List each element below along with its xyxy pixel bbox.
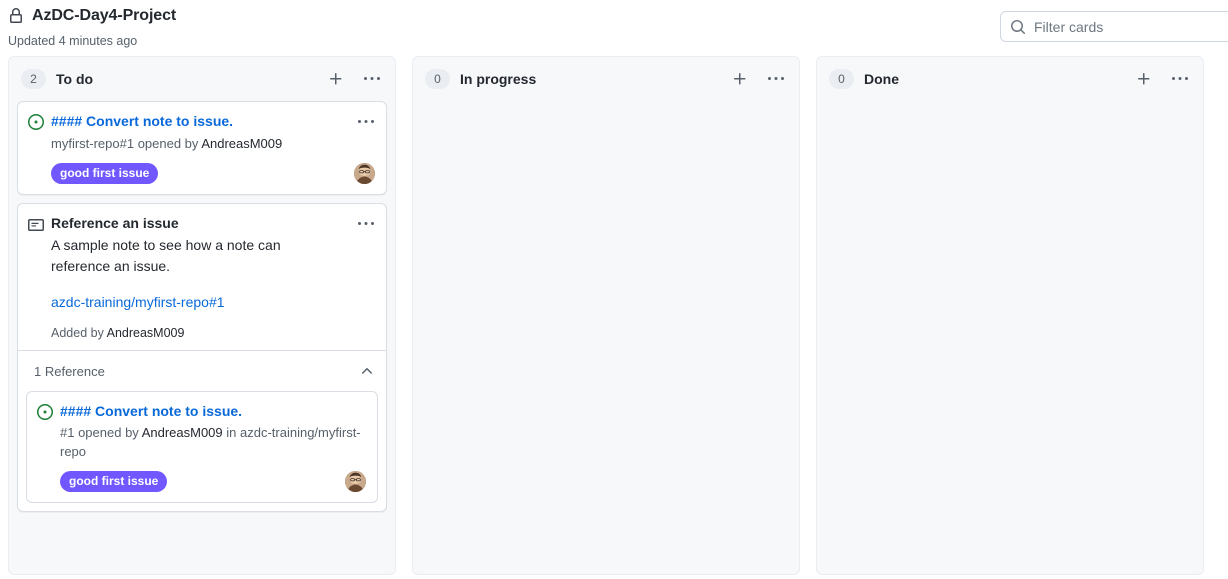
add-card-button[interactable] xyxy=(727,66,753,92)
column-cards xyxy=(817,101,1203,109)
note-reference-link[interactable]: azdc-training/myfirst-repo#1 xyxy=(51,292,376,312)
card-content: Reference an issue A sample note to see … xyxy=(18,204,386,350)
kebab-horizontal-icon xyxy=(1172,77,1188,80)
add-card-button[interactable] xyxy=(1131,66,1157,92)
column-title: To do xyxy=(56,71,94,87)
card-meta-actor: AndreasM009 xyxy=(141,425,223,440)
filter-cards-wrapper xyxy=(1000,11,1228,42)
label-good-first-issue[interactable]: good first issue xyxy=(60,470,168,492)
column-menu-button[interactable] xyxy=(1167,66,1193,92)
card-menu-button[interactable] xyxy=(356,214,376,234)
note-icon xyxy=(28,217,44,233)
referenced-issue-card[interactable]: #### Convert note to issue. #1 opened by… xyxy=(26,391,378,503)
plus-icon xyxy=(1138,73,1150,85)
card-title[interactable]: #### Convert note to issue. xyxy=(51,111,349,131)
column-menu-button[interactable] xyxy=(359,66,385,92)
column-title: Done xyxy=(864,71,899,87)
kebab-horizontal-icon xyxy=(768,77,784,80)
card-content: #### Convert note to issue. myfirst-repo… xyxy=(18,102,386,194)
issue-opened-icon xyxy=(37,404,53,420)
issue-opened-icon xyxy=(28,114,44,130)
card-header: #### Convert note to issue. xyxy=(28,111,376,132)
issue-card[interactable]: #### Convert note to issue. myfirst-repo… xyxy=(17,101,387,195)
note-added-actor: AndreasM009 xyxy=(106,326,185,340)
filter-cards-box[interactable] xyxy=(1000,11,1228,42)
card-header: Reference an issue xyxy=(28,213,376,234)
card-meta-prefix: myfirst-repo#1 opened by xyxy=(51,136,202,151)
column-card-count: 2 xyxy=(21,69,46,89)
column-to-do: 2 To do #### Convert note to issue. myfi… xyxy=(8,56,396,575)
reference-section-toggle[interactable]: 1 Reference xyxy=(18,351,386,391)
search-input[interactable] xyxy=(1034,18,1228,35)
card-header: #### Convert note to issue. xyxy=(37,401,367,421)
plus-icon xyxy=(330,73,342,85)
column-header: 0 Done xyxy=(817,57,1203,101)
card-meta-prefix: #1 opened by xyxy=(60,425,142,440)
card-meta: myfirst-repo#1 opened by AndreasM009 xyxy=(51,134,376,153)
card-title: Reference an issue xyxy=(51,215,179,231)
add-card-button[interactable] xyxy=(323,66,349,92)
card-menu-button[interactable] xyxy=(356,112,376,132)
column-in-progress: 0 In progress xyxy=(412,56,800,575)
plus-icon xyxy=(734,73,746,85)
column-title: In progress xyxy=(460,71,537,87)
card-title[interactable]: #### Convert note to issue. xyxy=(60,401,367,421)
card-footer: good first issue xyxy=(51,162,376,184)
card-footer: good first issue xyxy=(60,470,367,492)
avatar xyxy=(354,162,375,184)
page-title: AzDC-Day4-Project xyxy=(32,7,177,24)
label-good-first-issue[interactable]: good first issue xyxy=(51,162,159,184)
column-cards xyxy=(413,101,799,109)
note-added-prefix: Added by xyxy=(51,326,107,340)
column-card-count: 0 xyxy=(829,69,854,89)
note-card[interactable]: Reference an issue A sample note to see … xyxy=(17,203,387,512)
note-added-by: Added by AndreasM009 xyxy=(51,326,376,340)
project-board: 2 To do #### Convert note to issue. myfi… xyxy=(0,56,1228,575)
chevron-up-icon[interactable] xyxy=(359,363,375,379)
column-card-count: 0 xyxy=(425,69,450,89)
column-header: 0 In progress xyxy=(413,57,799,101)
page-header: AzDC-Day4-Project Updated 4 minutes ago xyxy=(0,0,1228,56)
reference-count-label: 1 Reference xyxy=(34,363,105,379)
card-meta: #1 opened by AndreasM009 in azdc-trainin… xyxy=(60,423,367,461)
column-header: 2 To do xyxy=(9,57,395,101)
column-done: 0 Done xyxy=(816,56,1204,575)
avatar xyxy=(345,470,366,492)
reference-section-body: #### Convert note to issue. #1 opened by… xyxy=(18,391,386,511)
kebab-horizontal-icon xyxy=(358,120,374,123)
lock-icon xyxy=(8,8,24,24)
card-meta-actor: AndreasM009 xyxy=(201,136,283,151)
kebab-horizontal-icon xyxy=(358,222,374,225)
note-body: A sample note to see how a note can refe… xyxy=(51,237,281,274)
column-menu-button[interactable] xyxy=(763,66,789,92)
column-cards: #### Convert note to issue. myfirst-repo… xyxy=(9,101,395,520)
search-icon xyxy=(1010,19,1026,35)
kebab-horizontal-icon xyxy=(364,77,380,80)
